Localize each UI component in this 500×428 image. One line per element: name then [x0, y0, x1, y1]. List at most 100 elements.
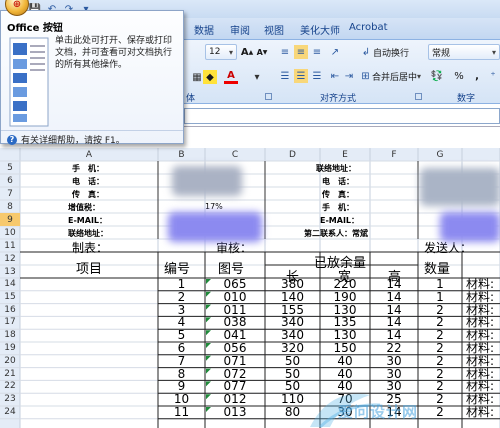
align-center-icon[interactable]: ☰ — [294, 69, 308, 83]
fill-color-icon[interactable]: ◆ — [203, 70, 217, 84]
wrap-text-icon: ↲ — [361, 46, 371, 58]
row-header[interactable]: 6 — [0, 174, 20, 187]
align-bottom-icon[interactable]: ≡ — [310, 45, 324, 59]
item-number: 4 — [177, 316, 186, 330]
item-quantity: 1 — [436, 290, 444, 304]
align-right-icon[interactable]: ☰ — [310, 69, 324, 83]
item-figure: 013 — [223, 406, 247, 419]
accounting-format-icon[interactable]: 💱 — [430, 69, 444, 83]
merge-center-button[interactable]: ⊞ 合并后居中 — [356, 68, 424, 84]
item-number: 3 — [177, 303, 186, 317]
item-material: 材料: — [466, 380, 495, 394]
row-header[interactable]: 22 — [0, 380, 20, 393]
font-group-launcher[interactable] — [265, 93, 272, 100]
text-direction-icon[interactable]: ▾ — [250, 70, 264, 84]
item-figure: 071 — [223, 354, 247, 368]
item-length: 80 — [284, 406, 301, 419]
item-width: 130 — [333, 329, 357, 342]
row-header[interactable]: 18 — [0, 329, 20, 342]
column-header-b[interactable]: B — [158, 148, 205, 161]
column-header-g[interactable]: G — [418, 148, 462, 161]
item-number: 1 — [177, 278, 186, 291]
row-header[interactable]: 21 — [0, 368, 20, 381]
tab-beautify[interactable]: 美化大师 — [300, 22, 340, 38]
item-figure: 041 — [223, 329, 247, 342]
wrap-text-label: 自动换行 — [373, 48, 410, 59]
row-header[interactable]: 13 — [0, 265, 20, 278]
column-header-c[interactable]: C — [205, 148, 265, 161]
item-quantity: 2 — [436, 380, 444, 394]
item-quantity: 2 — [436, 393, 444, 406]
align-middle-icon[interactable]: ≡ — [294, 45, 308, 59]
tab-review[interactable]: 审阅 — [230, 22, 250, 38]
redacted-area — [440, 212, 500, 242]
font-group-label: 体 — [186, 94, 196, 104]
shrink-font-icon[interactable]: A ▼ — [255, 45, 269, 59]
grow-font-icon[interactable]: A ▲ — [240, 45, 254, 59]
orientation-icon[interactable]: ↗ — [328, 45, 342, 59]
column-header-a[interactable]: A — [20, 148, 158, 161]
row-header-selected[interactable]: 9 — [0, 213, 20, 226]
item-quantity: 2 — [436, 329, 444, 342]
align-left-icon[interactable]: ☰ — [278, 69, 292, 83]
increase-decimal-icon[interactable]: ⁺ — [486, 69, 500, 83]
column-header-e[interactable]: E — [320, 148, 370, 161]
number-format-select[interactable]: 常规 — [428, 44, 500, 60]
row-header[interactable]: 12 — [0, 252, 20, 265]
item-material: 材料: — [466, 393, 495, 406]
percent-style-button[interactable]: % — [452, 69, 466, 83]
row-header[interactable]: 19 — [0, 342, 20, 355]
row-header[interactable]: 15 — [0, 291, 20, 304]
label-contact-phone: 电 话： — [322, 177, 354, 186]
border-icon[interactable]: ▦ — [190, 70, 204, 84]
formula-input[interactable] — [184, 108, 500, 124]
item-height: 30 — [386, 354, 402, 368]
tooltip-divider — [1, 130, 183, 131]
label-phone: 电 话： — [72, 177, 104, 186]
item-number: 10 — [173, 393, 190, 406]
item-width: 190 — [333, 290, 357, 304]
tab-view[interactable]: 视图 — [264, 22, 284, 38]
align-top-icon[interactable]: ≡ — [278, 45, 292, 59]
row-header[interactable]: 5 — [0, 161, 20, 174]
row-header[interactable]: 8 — [0, 200, 20, 213]
row-header[interactable]: 20 — [0, 355, 20, 368]
decrease-indent-icon[interactable]: ⇤ — [328, 69, 342, 83]
item-figure: 056 — [223, 342, 247, 355]
tab-acrobat[interactable]: Acrobat — [349, 22, 388, 38]
alignment-group-launcher[interactable] — [415, 93, 422, 100]
tab-data[interactable]: 数据 — [194, 22, 214, 38]
row-header[interactable]: 24 — [0, 406, 20, 419]
label-address: 联络地址： — [68, 229, 108, 238]
item-figure: 065 — [223, 278, 247, 291]
redacted-area — [172, 166, 242, 196]
item-width: 40 — [337, 354, 353, 368]
row-header[interactable]: 14 — [0, 278, 20, 291]
column-header-d[interactable]: D — [265, 148, 320, 161]
row-header[interactable]: 17 — [0, 316, 20, 329]
font-color-icon[interactable]: A — [224, 70, 238, 84]
item-length: 110 — [281, 393, 304, 406]
tooltip-help-text: 有关详细帮助，请按 F1。 — [21, 136, 125, 146]
comma-style-button[interactable]: , — [470, 69, 484, 83]
item-material: 材料: — [466, 342, 495, 355]
office-button-tooltip: Office 按钮 单击此处可打开、保存或打印文档，并可查看可对文档执行的所有其… — [0, 10, 184, 146]
item-width: 220 — [333, 278, 357, 291]
increase-indent-icon[interactable]: ⇥ — [342, 69, 356, 83]
wrap-text-button[interactable]: ↲ 自动换行 — [356, 44, 422, 60]
row-header[interactable]: 16 — [0, 304, 20, 317]
row-header[interactable]: 11 — [0, 239, 20, 252]
redacted-area — [168, 212, 262, 242]
item-quantity: 1 — [436, 278, 444, 291]
row-header[interactable]: 10 — [0, 226, 20, 239]
item-number: 9 — [177, 380, 186, 394]
row-header[interactable]: 7 — [0, 187, 20, 200]
spreadsheet-grid[interactable]: A B C D E F G 5 6 7 8 9 10 11 12 13 手 机：… — [0, 148, 500, 428]
item-length: 50 — [284, 367, 301, 381]
item-length: 380 — [281, 278, 304, 291]
item-material: 材料: — [466, 290, 495, 304]
font-size-select[interactable]: 12 — [205, 44, 237, 60]
row-header[interactable]: 23 — [0, 393, 20, 406]
column-header-f[interactable]: F — [370, 148, 418, 161]
label-contact-mobile: 手 机： — [322, 203, 354, 212]
